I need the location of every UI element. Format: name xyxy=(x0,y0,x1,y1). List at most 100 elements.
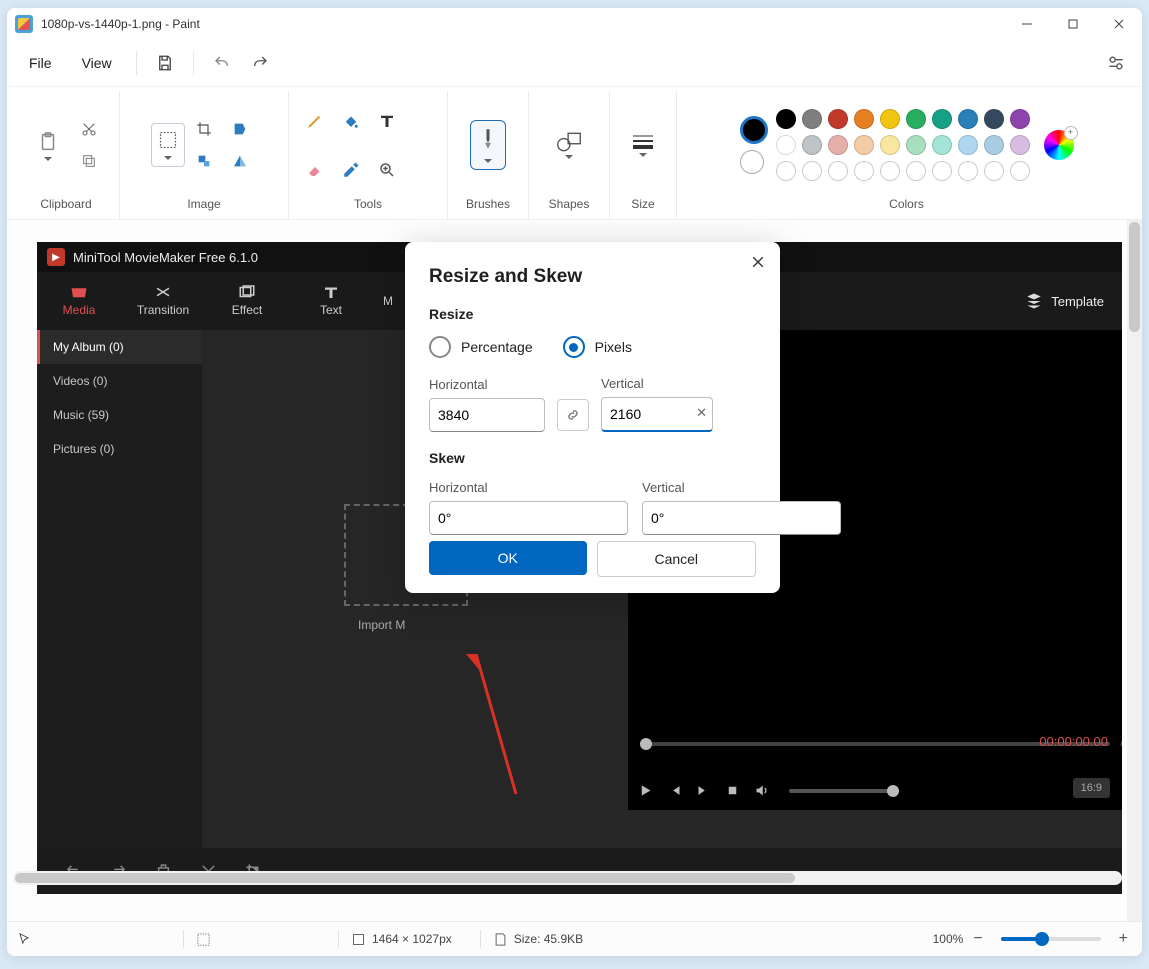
sidebar-item-pictures[interactable]: Pictures (0) xyxy=(37,432,202,466)
color-swatch[interactable] xyxy=(906,109,926,129)
stop-button[interactable] xyxy=(725,783,740,798)
color-swatch[interactable] xyxy=(802,135,822,155)
dialog-close-button[interactable] xyxy=(748,252,768,272)
ok-button[interactable]: OK xyxy=(429,541,587,575)
picker-tool[interactable] xyxy=(334,155,368,185)
menu-file[interactable]: File xyxy=(17,49,64,77)
settings-icon[interactable] xyxy=(1100,47,1132,79)
color-swatch[interactable] xyxy=(828,135,848,155)
color-swatch[interactable] xyxy=(984,109,1004,129)
cut-button[interactable] xyxy=(72,114,106,144)
color-swatch-empty[interactable] xyxy=(906,161,926,181)
eraser-tool[interactable] xyxy=(298,155,332,185)
horizontal-scrollbar[interactable] xyxy=(13,871,1122,885)
text-tool[interactable] xyxy=(370,106,404,136)
paste-button[interactable] xyxy=(26,111,70,179)
flip-button[interactable] xyxy=(223,146,257,176)
next-button[interactable] xyxy=(696,783,711,798)
sidebar-item-music[interactable]: Music (59) xyxy=(37,398,202,432)
brushes-dropdown[interactable] xyxy=(470,120,506,170)
maximize-button[interactable] xyxy=(1050,8,1096,40)
close-button[interactable] xyxy=(1096,8,1142,40)
color-swatch-empty[interactable] xyxy=(828,161,848,181)
color2-button[interactable] xyxy=(740,150,764,174)
skew-heading: Skew xyxy=(429,450,756,466)
annotation-arrow xyxy=(426,654,526,804)
skew-h-input[interactable] xyxy=(429,501,628,535)
volume-slider[interactable] xyxy=(789,789,899,793)
color1-button[interactable] xyxy=(740,116,768,144)
color-swatch[interactable] xyxy=(776,135,796,155)
color-swatch-empty[interactable] xyxy=(854,161,874,181)
tab-text[interactable]: Text xyxy=(289,272,373,330)
color-swatch[interactable] xyxy=(932,109,952,129)
color-swatch-empty[interactable] xyxy=(984,161,1004,181)
color-swatch-empty[interactable] xyxy=(958,161,978,181)
color-swatch[interactable] xyxy=(880,135,900,155)
clear-input-button[interactable]: ✕ xyxy=(696,405,707,421)
color-swatch-empty[interactable] xyxy=(880,161,900,181)
color-swatch[interactable] xyxy=(932,135,952,155)
cursor-icon xyxy=(17,932,31,946)
color-palette xyxy=(776,109,1030,181)
color-swatch[interactable] xyxy=(802,109,822,129)
color-swatch-empty[interactable] xyxy=(932,161,952,181)
size-dropdown[interactable] xyxy=(621,111,665,179)
tab-effect[interactable]: Effect xyxy=(205,272,289,330)
template-button[interactable]: Template xyxy=(1025,272,1122,330)
pencil-tool[interactable] xyxy=(298,106,332,136)
radio-percentage[interactable]: Percentage xyxy=(429,336,533,358)
color-swatch[interactable] xyxy=(776,109,796,129)
aspect-ratio[interactable]: 16:9 xyxy=(1073,778,1110,798)
link-aspect-button[interactable] xyxy=(557,399,589,431)
sidebar-item-videos[interactable]: Videos (0) xyxy=(37,364,202,398)
color-swatch-empty[interactable] xyxy=(1010,161,1030,181)
redo-button[interactable] xyxy=(244,47,276,79)
resize-button[interactable] xyxy=(187,146,221,176)
color-swatch-empty[interactable] xyxy=(776,161,796,181)
zoom-tool[interactable] xyxy=(370,155,404,185)
fill-tool[interactable] xyxy=(334,106,368,136)
color-swatch[interactable] xyxy=(880,109,900,129)
shapes-dropdown[interactable] xyxy=(547,111,591,179)
menu-view[interactable]: View xyxy=(70,49,124,77)
embedded-app-icon: ▶ xyxy=(47,248,65,266)
minimize-button[interactable] xyxy=(1004,8,1050,40)
color-swatch[interactable] xyxy=(958,135,978,155)
color-swatch[interactable] xyxy=(1010,135,1030,155)
copy-button[interactable] xyxy=(72,146,106,176)
zoom-slider[interactable] xyxy=(1001,937,1101,941)
volume-button[interactable] xyxy=(754,783,769,798)
color-swatch[interactable] xyxy=(854,135,874,155)
cancel-button[interactable]: Cancel xyxy=(597,541,757,577)
zoom-out-button[interactable]: − xyxy=(969,930,986,948)
color-swatch[interactable] xyxy=(854,109,874,129)
rotate-button[interactable] xyxy=(223,114,257,144)
color-swatch[interactable] xyxy=(828,109,848,129)
radio-pixels[interactable]: Pixels xyxy=(563,336,632,358)
group-image-label: Image xyxy=(187,197,220,215)
color-swatch[interactable] xyxy=(1010,109,1030,129)
horizontal-input[interactable] xyxy=(429,398,545,432)
tab-media[interactable]: Media xyxy=(37,272,121,330)
sidebar-item-album[interactable]: My Album (0) xyxy=(37,330,202,364)
play-button[interactable] xyxy=(638,783,653,798)
color-swatch[interactable] xyxy=(906,135,926,155)
color-swatch-empty[interactable] xyxy=(802,161,822,181)
tab-more[interactable]: M xyxy=(373,272,403,330)
color-swatch[interactable] xyxy=(958,109,978,129)
paint-window: 1080p-vs-1440p-1.png - Paint File View C… xyxy=(7,8,1142,956)
edit-colors-button[interactable] xyxy=(1044,130,1074,160)
crop-button[interactable] xyxy=(187,114,221,144)
save-button[interactable] xyxy=(149,47,181,79)
group-brushes-label: Brushes xyxy=(466,197,510,215)
resize-heading: Resize xyxy=(429,306,756,322)
tab-transition[interactable]: Transition xyxy=(121,272,205,330)
undo-button[interactable] xyxy=(206,47,238,79)
select-tool[interactable] xyxy=(151,123,185,167)
prev-button[interactable] xyxy=(667,783,682,798)
zoom-in-button[interactable]: + xyxy=(1115,930,1132,948)
skew-v-input[interactable] xyxy=(642,501,841,535)
vertical-scrollbar[interactable] xyxy=(1127,220,1142,921)
color-swatch[interactable] xyxy=(984,135,1004,155)
